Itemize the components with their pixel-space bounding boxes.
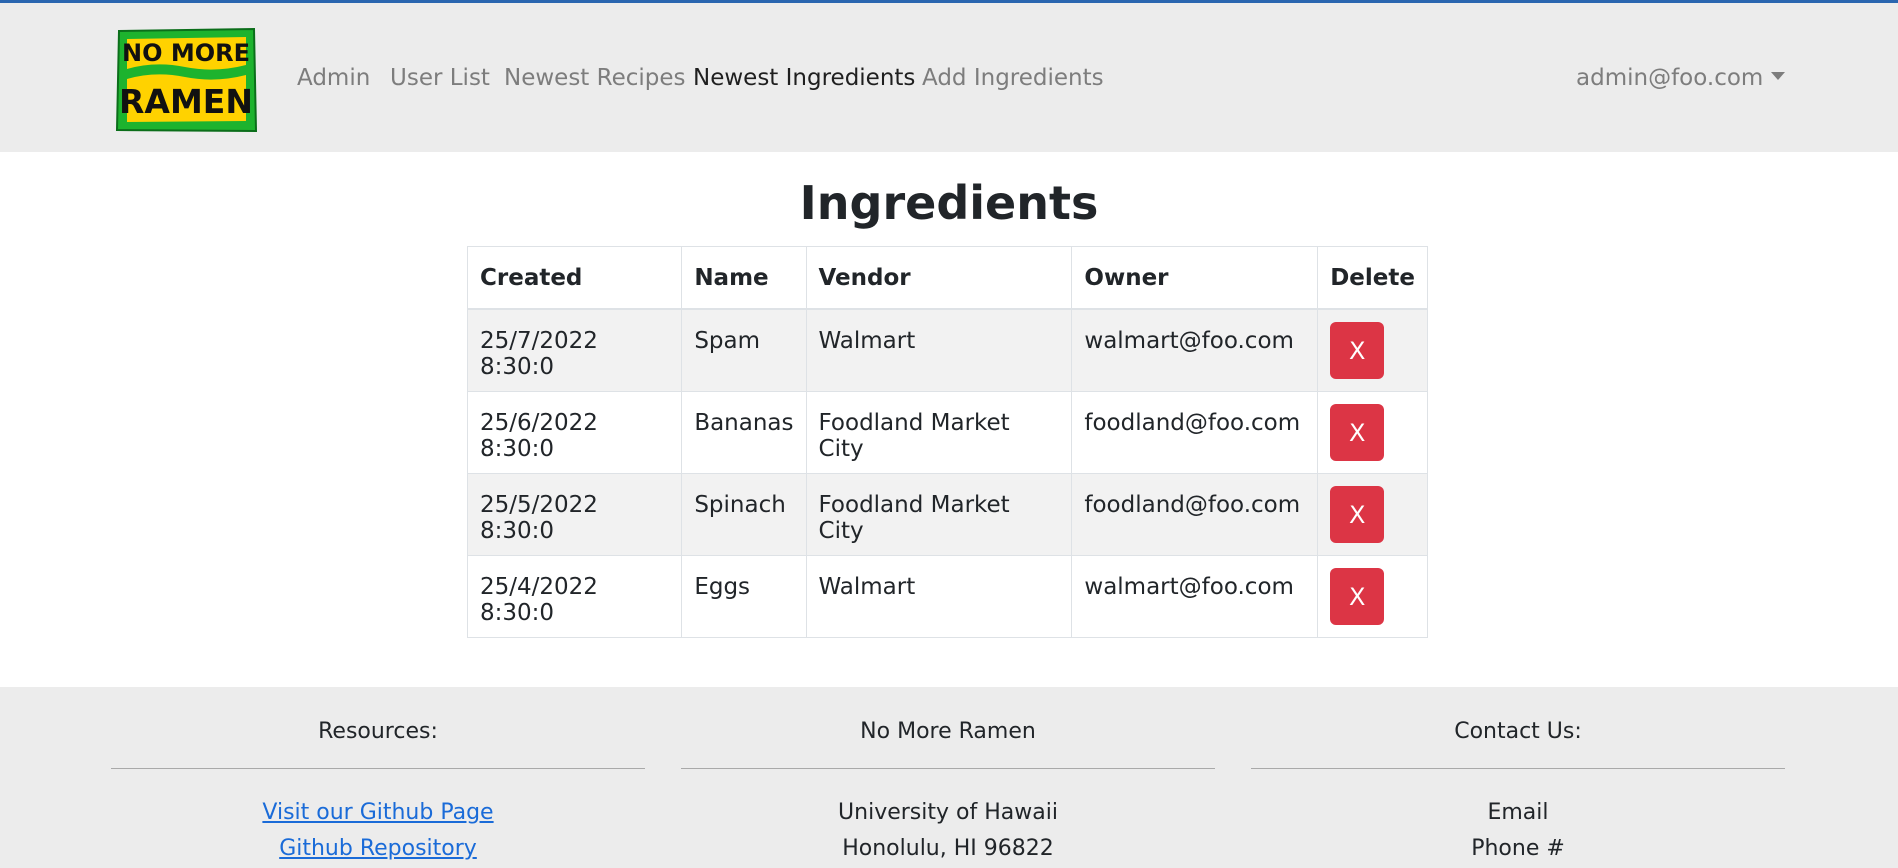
logo-text-line1: NO MORE xyxy=(122,39,250,67)
header-vendor: Vendor xyxy=(805,246,1073,310)
caret-down-icon xyxy=(1771,71,1786,80)
cell-created: 25/6/2022 8:30:0 xyxy=(466,390,683,474)
cell-delete: X xyxy=(1317,308,1428,392)
footer-divider xyxy=(1251,768,1785,769)
footer-contact-phone: Phone # xyxy=(1471,836,1565,861)
nav-link-newest-ingredients[interactable]: Newest Ingredients xyxy=(693,65,915,91)
nav-link-admin[interactable]: Admin xyxy=(297,65,370,91)
cell-name: Eggs xyxy=(681,554,807,638)
cell-owner: walmart@foo.com xyxy=(1071,554,1319,638)
cell-created: 25/4/2022 8:30:0 xyxy=(466,554,683,638)
user-email: admin@foo.com xyxy=(1576,65,1764,91)
table-header-row: Created Name Vendor Owner Delete xyxy=(466,246,1428,310)
header-owner: Owner xyxy=(1071,246,1319,310)
footer-resources-heading: Resources: xyxy=(318,719,438,744)
nav-link-add-ingredients[interactable]: Add Ingredients xyxy=(922,65,1104,91)
ingredients-table: Created Name Vendor Owner Delete 25/7/20… xyxy=(466,246,1428,638)
cell-name: Bananas xyxy=(681,390,807,474)
footer-divider xyxy=(111,768,645,769)
header-name: Name xyxy=(681,246,807,310)
footer: Resources: Visit our Github Page Github … xyxy=(0,687,1898,868)
user-dropdown[interactable]: admin@foo.com xyxy=(1576,65,1786,91)
ramen-logo-icon: NO MORE RAMEN xyxy=(115,27,258,133)
delete-button[interactable]: X xyxy=(1330,322,1385,379)
header-created: Created xyxy=(466,246,683,310)
cell-created: 25/5/2022 8:30:0 xyxy=(466,472,683,556)
github-page-link[interactable]: Visit our Github Page xyxy=(262,800,493,825)
github-repository-link[interactable]: Github Repository xyxy=(279,836,477,861)
cell-vendor: Walmart xyxy=(805,308,1073,392)
cell-created: 25/7/2022 8:30:0 xyxy=(466,308,683,392)
nav-link-newest-recipes[interactable]: Newest Recipes xyxy=(504,65,686,91)
table-row: 25/5/2022 8:30:0 Spinach Foodland Market… xyxy=(466,472,1428,556)
logo-text-line2: RAMEN xyxy=(119,82,253,121)
table-row: 25/7/2022 8:30:0 Spam Walmart walmart@fo… xyxy=(466,308,1428,392)
nav-link-user-list[interactable]: User List xyxy=(390,65,490,91)
footer-address-line: University of Hawaii xyxy=(838,800,1058,825)
cell-vendor: Foodland Market City xyxy=(805,472,1073,556)
logo[interactable]: NO MORE RAMEN xyxy=(115,27,258,133)
footer-contact-email: Email xyxy=(1487,800,1549,825)
footer-center-heading: No More Ramen xyxy=(860,719,1036,744)
cell-owner: foodland@foo.com xyxy=(1071,472,1319,556)
table-row: 25/6/2022 8:30:0 Bananas Foodland Market… xyxy=(466,390,1428,474)
cell-delete: X xyxy=(1317,472,1428,556)
cell-delete: X xyxy=(1317,390,1428,474)
footer-resources: Resources: Visit our Github Page Github … xyxy=(111,687,645,867)
footer-divider xyxy=(681,768,1215,769)
footer-contact-heading: Contact Us: xyxy=(1454,719,1582,744)
delete-button[interactable]: X xyxy=(1330,485,1385,543)
navbar: NO MORE RAMEN Admin User List Newest Rec… xyxy=(0,3,1898,152)
cell-delete: X xyxy=(1317,554,1428,638)
cell-vendor: Walmart xyxy=(805,554,1073,638)
cell-owner: foodland@foo.com xyxy=(1071,390,1319,474)
footer-center: No More Ramen University of Hawaii Honol… xyxy=(681,687,1215,867)
footer-address-line: Honolulu, HI 96822 xyxy=(842,836,1054,861)
cell-vendor: Foodland Market City xyxy=(805,390,1073,474)
delete-button[interactable]: X xyxy=(1330,403,1385,461)
delete-button[interactable]: X xyxy=(1330,567,1385,625)
header-delete: Delete xyxy=(1317,246,1428,310)
footer-contact: Contact Us: Email Phone # xyxy=(1251,687,1785,867)
page-title: Ingredients xyxy=(799,176,1099,230)
cell-owner: walmart@foo.com xyxy=(1071,308,1319,392)
cell-name: Spinach xyxy=(681,472,807,556)
cell-name: Spam xyxy=(681,308,807,392)
table-row: 25/4/2022 8:30:0 Eggs Walmart walmart@fo… xyxy=(466,554,1428,638)
